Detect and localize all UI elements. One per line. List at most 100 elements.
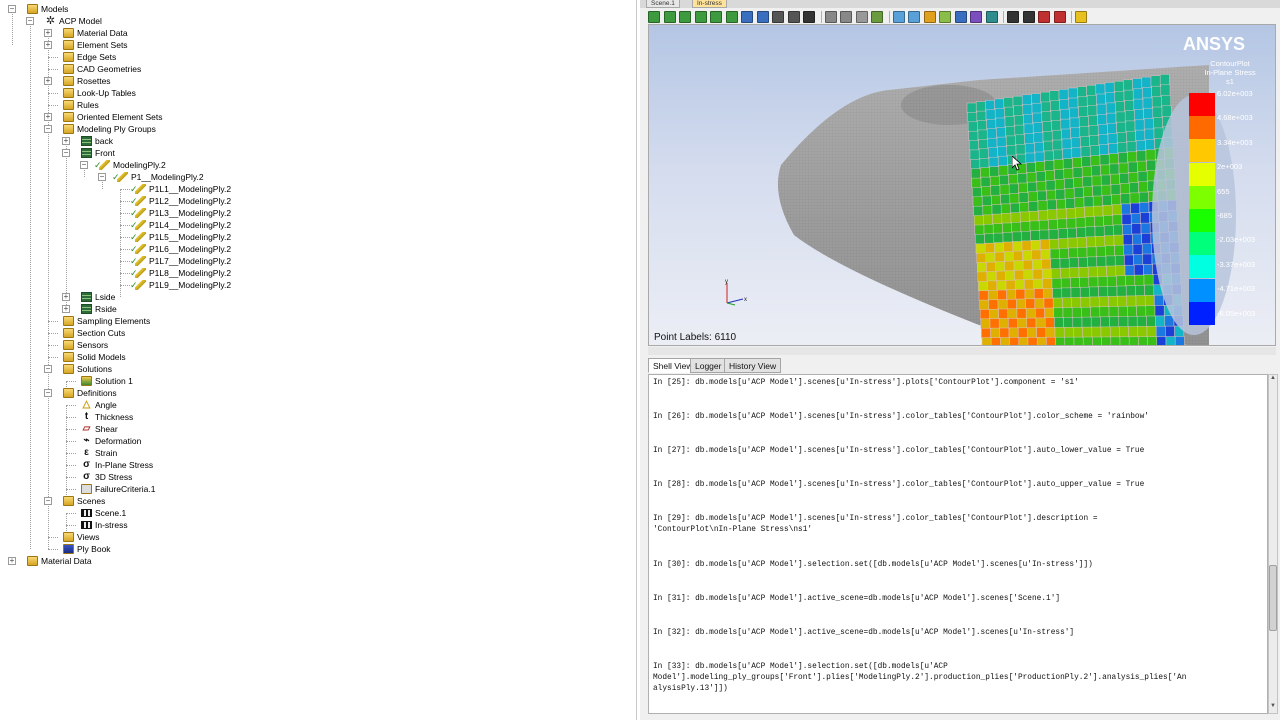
rotate-icon[interactable] xyxy=(772,11,784,23)
tree-item[interactable]: Ply Book xyxy=(0,543,630,555)
measure-icon[interactable] xyxy=(923,11,936,23)
tree-item[interactable]: Solid Models xyxy=(0,351,630,363)
tree-item[interactable]: − Modeling Ply Groups xyxy=(0,123,630,135)
tab-scene-1[interactable]: Scene.1 xyxy=(646,0,680,8)
tree-item[interactable]: + Material Data xyxy=(0,27,630,39)
tree-item[interactable]: FailureCriteria.1 xyxy=(0,483,630,495)
light-icon[interactable] xyxy=(985,11,998,23)
view-top-icon[interactable] xyxy=(725,11,738,23)
select-icon[interactable] xyxy=(908,11,920,23)
tree-item[interactable]: + Element Sets xyxy=(0,39,630,51)
tree-item[interactable]: − Front xyxy=(0,147,630,159)
tree-item[interactable]: + back xyxy=(0,135,630,147)
tab-history-view[interactable]: History View xyxy=(724,358,782,373)
tree-item[interactable]: σ In-Plane Stress xyxy=(0,459,630,471)
collapse-icon[interactable]: − xyxy=(98,173,106,181)
export-icon[interactable] xyxy=(1038,11,1050,23)
collapse-icon[interactable]: − xyxy=(80,161,88,169)
tree-item[interactable]: In-stress xyxy=(0,519,630,531)
splitter-handle[interactable] xyxy=(648,347,1276,355)
tab-in-stress[interactable]: In-stress xyxy=(692,0,727,8)
layout-icon[interactable] xyxy=(1007,11,1019,23)
tree-item[interactable]: + Oriented Element Sets xyxy=(0,111,630,123)
tree-item[interactable]: Rules xyxy=(0,99,630,111)
collapse-icon[interactable]: − xyxy=(62,149,70,157)
scroll-up-arrow-icon[interactable]: ▲ xyxy=(1269,375,1277,385)
view-left-icon[interactable] xyxy=(694,11,707,23)
tree-item[interactable]: + Lside xyxy=(0,291,630,303)
update-icon[interactable] xyxy=(1075,11,1087,23)
tree-item[interactable]: Solution 1 xyxy=(0,375,630,387)
color-icon[interactable] xyxy=(970,11,982,23)
tree-item[interactable]: − ✓ P1__ModelingPly.2 xyxy=(0,171,630,183)
tree-item[interactable]: + Material Data xyxy=(0,555,630,567)
expand-icon[interactable]: + xyxy=(44,113,52,121)
collapse-icon[interactable]: − xyxy=(26,17,34,25)
tree-item[interactable]: Look-Up Tables xyxy=(0,87,630,99)
refresh-icon[interactable] xyxy=(1053,11,1066,23)
tree-item[interactable]: ✓ P1L1__ModelingPly.2 xyxy=(0,183,630,195)
tree-item[interactable]: ▱ Shear xyxy=(0,423,630,435)
collapse-icon[interactable]: − xyxy=(44,365,52,373)
expand-icon[interactable]: + xyxy=(44,77,52,85)
label-icon[interactable] xyxy=(954,11,967,23)
tree-item[interactable]: ✓ P1L8__ModelingPly.2 xyxy=(0,267,630,279)
tree-item[interactable]: − Scenes xyxy=(0,495,630,507)
view-front-icon[interactable] xyxy=(663,11,676,23)
tree-item[interactable]: Sampling Elements xyxy=(0,315,630,327)
tree-item[interactable]: − ✲ ACP Model xyxy=(0,15,630,27)
collapse-icon[interactable]: − xyxy=(44,125,52,133)
tree-item[interactable]: Edge Sets xyxy=(0,51,630,63)
section-icon[interactable] xyxy=(939,11,951,23)
pan-icon[interactable] xyxy=(787,11,800,23)
tree-item[interactable]: ✓ P1L5__ModelingPly.2 xyxy=(0,231,630,243)
mesh-icon[interactable] xyxy=(824,11,837,23)
tree-item[interactable]: − ✓ ModelingPly.2 xyxy=(0,159,630,171)
tree-item[interactable]: ε Strain xyxy=(0,447,630,459)
fit-view-icon[interactable] xyxy=(741,11,753,23)
tree-item[interactable]: t Thickness xyxy=(0,411,630,423)
tree-item[interactable]: ✓ P1L6__ModelingPly.2 xyxy=(0,243,630,255)
tree-item[interactable]: ✓ P1L2__ModelingPly.2 xyxy=(0,195,630,207)
tree-item[interactable]: ✓ P1L4__ModelingPly.2 xyxy=(0,219,630,231)
expand-icon[interactable]: + xyxy=(62,137,70,145)
tree-item[interactable]: + Rside xyxy=(0,303,630,315)
shaded-icon[interactable] xyxy=(855,11,868,23)
expand-icon[interactable]: + xyxy=(8,557,16,565)
view-right-icon[interactable] xyxy=(710,11,722,23)
tree-item[interactable]: Sensors xyxy=(0,339,630,351)
tree-item[interactable]: Section Cuts xyxy=(0,327,630,339)
expand-icon[interactable]: + xyxy=(44,41,52,49)
zoom-box-icon[interactable] xyxy=(756,11,769,23)
tab-logger[interactable]: Logger xyxy=(690,358,727,373)
tree-item[interactable]: ✓ P1L3__ModelingPly.2 xyxy=(0,207,630,219)
screenshot-icon[interactable] xyxy=(803,11,815,23)
tree-item[interactable]: − Models xyxy=(0,3,630,15)
collapse-icon[interactable]: − xyxy=(44,497,52,505)
tree-item[interactable]: σ 3D Stress xyxy=(0,471,630,483)
shell-scrollbar[interactable]: ▲ ▼ xyxy=(1268,374,1278,714)
settings-icon[interactable] xyxy=(1022,11,1035,23)
expand-icon[interactable]: + xyxy=(44,29,52,37)
view-back-icon[interactable] xyxy=(679,11,691,23)
probe-icon[interactable] xyxy=(892,11,905,23)
view-iso-icon[interactable] xyxy=(648,11,660,23)
tree-item[interactable]: + Rosettes xyxy=(0,75,630,87)
expand-icon[interactable]: + xyxy=(62,305,70,313)
tree-item[interactable]: − Solutions xyxy=(0,363,630,375)
tree-item[interactable]: Scene.1 xyxy=(0,507,630,519)
collapse-icon[interactable]: − xyxy=(8,5,16,13)
tree-item[interactable]: ✓ P1L7__ModelingPly.2 xyxy=(0,255,630,267)
tree-item[interactable]: Views xyxy=(0,531,630,543)
tree-item[interactable]: ⌁ Deformation xyxy=(0,435,630,447)
scroll-down-arrow-icon[interactable]: ▼ xyxy=(1269,703,1277,713)
tree-item[interactable]: CAD Geometries xyxy=(0,63,630,75)
collapse-icon[interactable]: − xyxy=(44,389,52,397)
python-shell-console[interactable]: In [25]: db.models[u'ACP Model'].scenes[… xyxy=(648,374,1268,714)
3d-viewport[interactable]: ANSYS ContourPlot In-Plane Stress s1 6.0… xyxy=(648,24,1276,346)
tree-item[interactable]: △ Angle xyxy=(0,399,630,411)
wireframe-icon[interactable] xyxy=(840,11,852,23)
expand-icon[interactable]: + xyxy=(62,293,70,301)
tree-item[interactable]: − Definitions xyxy=(0,387,630,399)
tree-item[interactable]: ✓ P1L9__ModelingPly.2 xyxy=(0,279,630,291)
